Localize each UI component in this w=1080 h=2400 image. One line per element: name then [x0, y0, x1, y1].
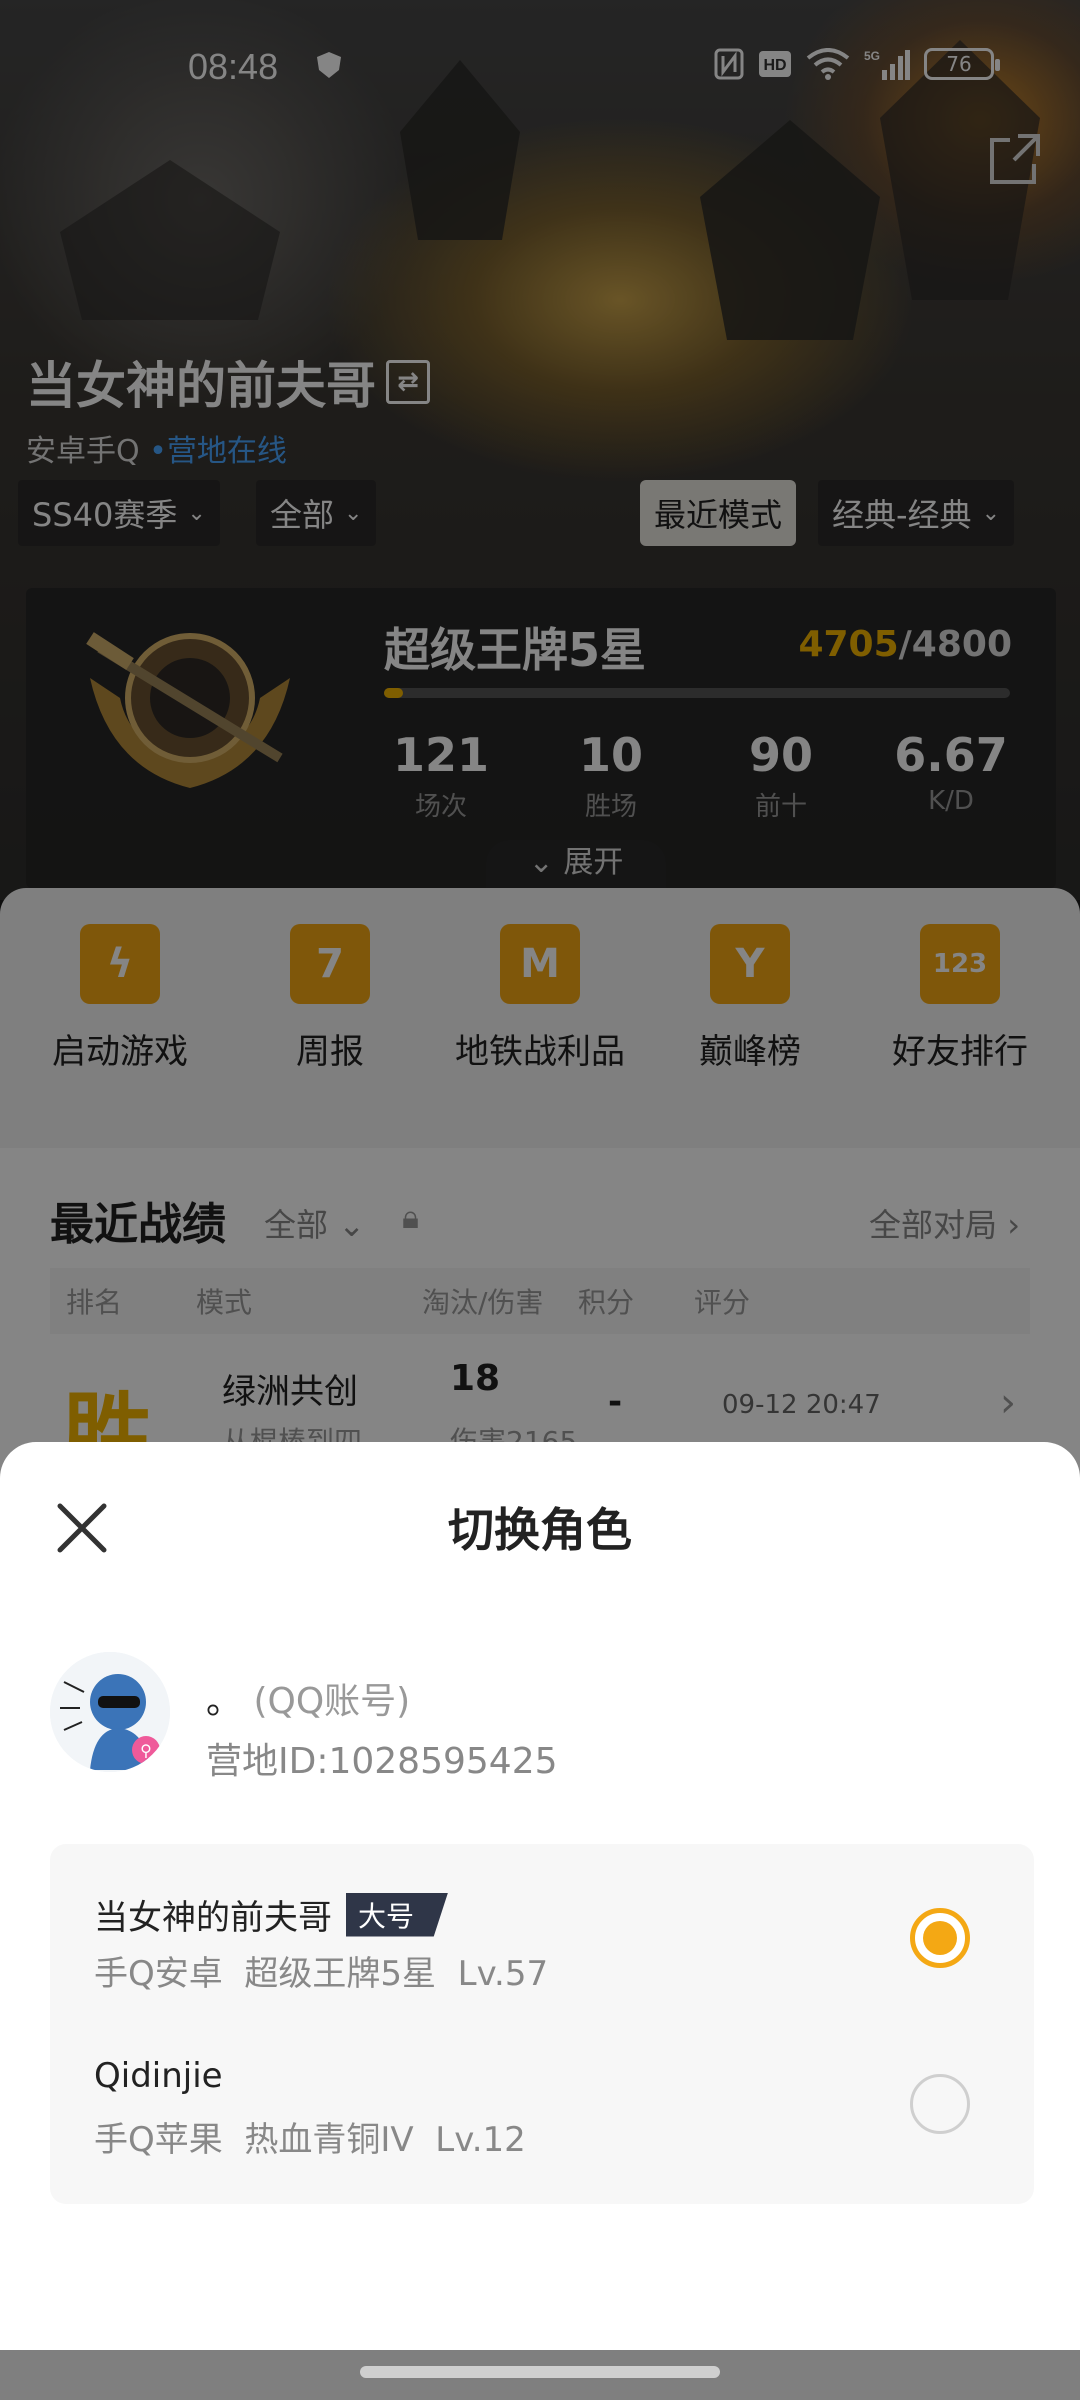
role-list: 当女神的前夫哥 大号 手Q安卓 超级王牌5星 Lv.57 Qidinjie 手Q…: [50, 1844, 1034, 2204]
switch-role-sheet: 切换角色 ⚲ 。 (QQ账号) 营地ID:1028595425 当女神的前夫哥 …: [0, 1442, 1080, 2350]
account-type: (QQ账号): [253, 1681, 411, 1722]
account-nickname: 。: [206, 1681, 243, 1722]
avatar: ⚲: [50, 1652, 170, 1772]
account-info: ⚲ 。 (QQ账号) 营地ID:1028595425: [50, 1652, 1030, 1792]
role-item-main[interactable]: 当女神的前夫哥 大号 手Q安卓 超级王牌5星 Lv.57: [94, 1872, 990, 2012]
role-name: Qidinjie: [94, 2056, 223, 2096]
role-info: 手Q安卓 超级王牌5星 Lv.57: [94, 1954, 549, 1994]
role-radio[interactable]: [910, 2074, 970, 2134]
role-radio-selected[interactable]: [910, 1908, 970, 1968]
role-item-alt[interactable]: Qidinjie 手Q苹果 热血青铜IV Lv.12: [94, 2038, 990, 2178]
role-info: 手Q苹果 热血青铜IV Lv.12: [94, 2120, 526, 2160]
avatar-image: ⚲: [50, 1652, 170, 1772]
role-name: 当女神的前夫哥: [94, 1898, 332, 1938]
sheet-title: 切换角色: [448, 1503, 632, 1557]
camp-id: 营地ID:1028595425: [206, 1741, 558, 1782]
svg-text:⚲: ⚲: [140, 1741, 152, 1760]
main-account-badge: 大号: [346, 1892, 449, 1937]
home-indicator[interactable]: [360, 2366, 720, 2378]
